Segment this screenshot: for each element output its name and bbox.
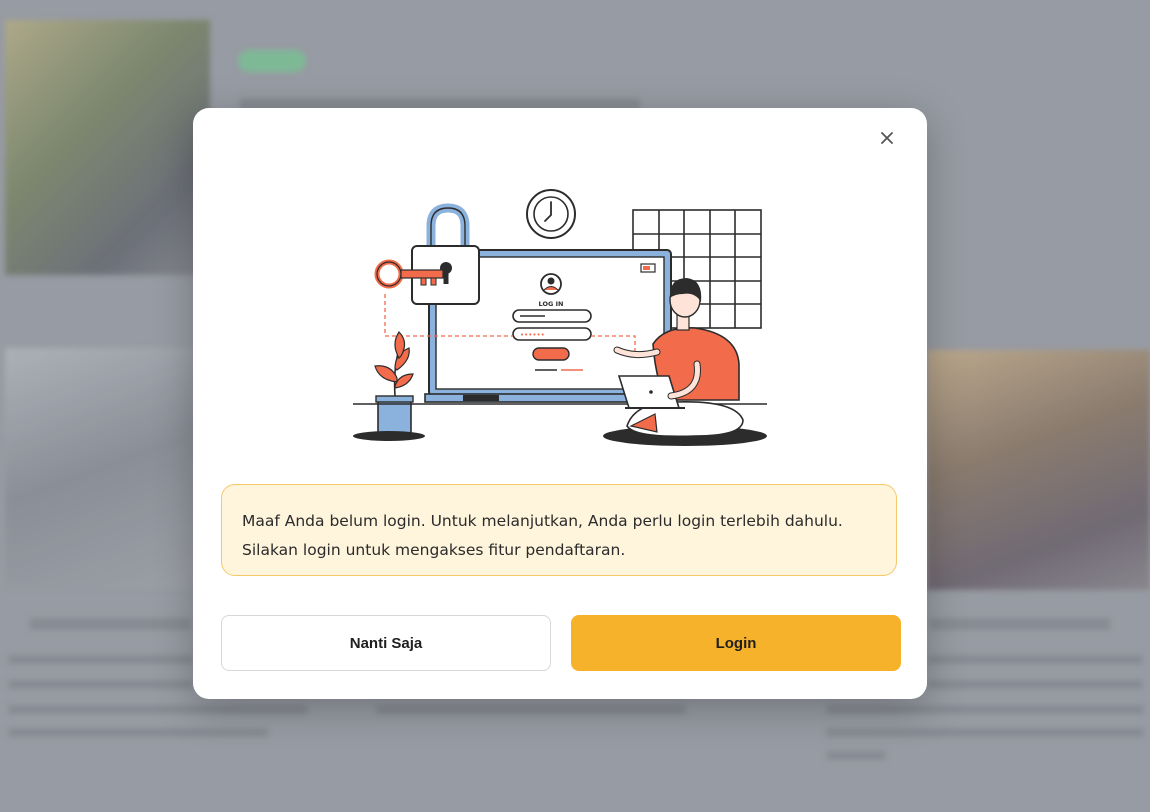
close-button[interactable] [875, 126, 899, 150]
padlock-icon [411, 203, 480, 305]
login-illustration: LOG IN •••••• [335, 164, 785, 464]
password-mask: •••••• [520, 331, 545, 339]
login-caption: LOG IN [539, 300, 564, 308]
login-illustration-svg: LOG IN •••••• [353, 189, 767, 446]
notice-message: Maaf Anda belum login. Untuk melanjutkan… [242, 512, 843, 559]
login-required-notice: Maaf Anda belum login. Untuk melanjutkan… [221, 484, 897, 576]
clock-icon [526, 189, 576, 239]
login-button[interactable]: Login [571, 615, 901, 671]
close-icon [881, 132, 893, 144]
login-required-dialog: LOG IN •••••• Maaf Anda belum login. Unt… [193, 108, 927, 699]
plant-icon [353, 331, 425, 441]
later-button[interactable]: Nanti Saja [221, 615, 551, 671]
